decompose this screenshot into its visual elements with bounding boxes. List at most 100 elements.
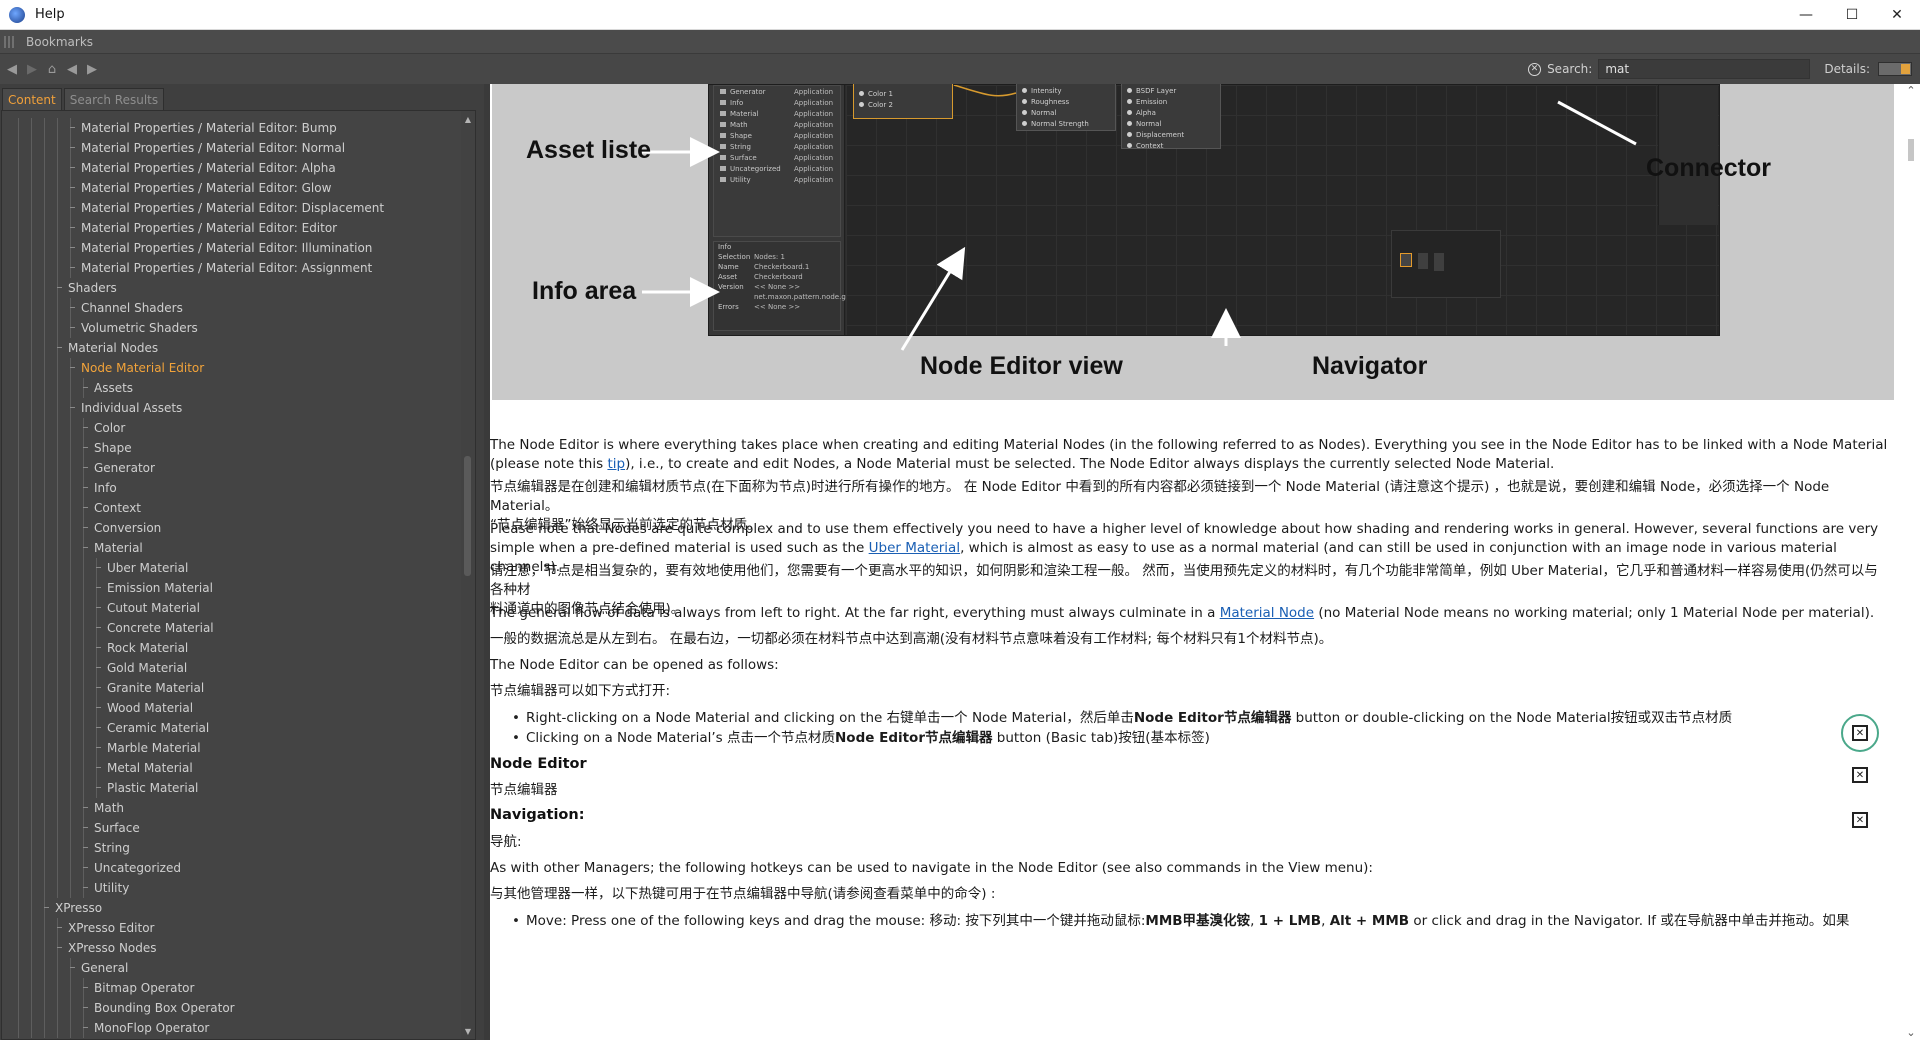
tree-guide-line bbox=[31, 898, 32, 918]
back-arrow-icon[interactable]: ◀ bbox=[2, 59, 22, 79]
tree-item[interactable]: Shaders bbox=[2, 278, 460, 298]
bookmarks-label[interactable]: Bookmarks bbox=[26, 35, 93, 49]
tree-guide-line bbox=[44, 378, 45, 398]
tree-item[interactable]: Volumetric Shaders bbox=[2, 318, 460, 338]
tree-connector bbox=[70, 187, 75, 188]
tree-item[interactable]: Info bbox=[2, 478, 460, 498]
minimize-button[interactable]: — bbox=[1784, 0, 1828, 30]
tree-item[interactable]: Channel Shaders bbox=[2, 298, 460, 318]
tree-item-label: Material Properties / Material Editor: D… bbox=[81, 201, 385, 215]
tree-item[interactable]: Concrete Material bbox=[2, 618, 460, 638]
tree-item[interactable]: Bitmap Operator bbox=[2, 978, 460, 998]
tree-scroll-thumb[interactable] bbox=[464, 456, 471, 576]
details-slider-knob[interactable] bbox=[1901, 64, 1910, 74]
previous-page-icon[interactable]: ◀ bbox=[62, 59, 82, 79]
tree-item[interactable]: XPresso Editor bbox=[2, 918, 460, 938]
tree-item[interactable]: Context bbox=[2, 498, 460, 518]
tree-item[interactable]: Material Properties / Material Editor: A… bbox=[2, 258, 460, 278]
tree-item[interactable]: Plastic Material bbox=[2, 778, 460, 798]
tree-item[interactable]: Material Properties / Material Editor: N… bbox=[2, 138, 460, 158]
tree-item[interactable]: Individual Assets bbox=[2, 398, 460, 418]
text-line: button (Basic tab)按钮(基本标签) bbox=[992, 730, 1210, 746]
maximize-button[interactable]: ☐ bbox=[1830, 0, 1874, 30]
content-scroll-thumb[interactable] bbox=[1908, 139, 1914, 161]
scroll-down-icon[interactable]: ▼ bbox=[461, 1024, 475, 1038]
tree-item[interactable]: Math bbox=[2, 798, 460, 818]
tree-item-label: Conversion bbox=[94, 521, 162, 535]
tree-guide-line bbox=[44, 778, 45, 798]
tree-item[interactable]: Ceramic Material bbox=[2, 718, 460, 738]
tree-item[interactable]: Emission Material bbox=[2, 578, 460, 598]
tree-item[interactable]: Surface bbox=[2, 818, 460, 838]
details-slider[interactable] bbox=[1878, 62, 1912, 76]
clear-search-icon[interactable]: ✕ bbox=[1528, 62, 1542, 76]
translate-icon[interactable]: ✕ bbox=[1852, 725, 1868, 741]
tree-item[interactable]: Metal Material bbox=[2, 758, 460, 778]
tree-item[interactable]: Rock Material bbox=[2, 638, 460, 658]
tree-item[interactable]: Wood Material bbox=[2, 698, 460, 718]
tree-item-label: MonoFlop Operator bbox=[94, 1021, 210, 1035]
tree-item[interactable]: Color bbox=[2, 418, 460, 438]
tree-item[interactable]: Material bbox=[2, 538, 460, 558]
tree-item[interactable]: Material Nodes bbox=[2, 338, 460, 358]
tree-item[interactable]: Conversion bbox=[2, 518, 460, 538]
tree-guide-line bbox=[18, 878, 19, 898]
scroll-up-icon[interactable]: ▲ bbox=[461, 112, 475, 126]
content-scrollbar[interactable]: ⌃ ⌄ bbox=[1902, 84, 1920, 1040]
tree-item[interactable]: Marble Material bbox=[2, 738, 460, 758]
tree-item[interactable]: Utility bbox=[2, 878, 460, 898]
next-page-icon[interactable]: ▶ bbox=[82, 59, 102, 79]
forward-arrow-icon[interactable]: ▶ bbox=[22, 59, 42, 79]
tree-item[interactable]: Material Properties / Material Editor: I… bbox=[2, 238, 460, 258]
tree-item[interactable]: Assets bbox=[2, 378, 460, 398]
tree-guide-line bbox=[70, 298, 71, 318]
scroll-down-icon[interactable]: ⌄ bbox=[1905, 1026, 1917, 1039]
grip-icon[interactable] bbox=[4, 35, 14, 48]
tree-guide-line bbox=[83, 978, 84, 998]
tab-search-results[interactable]: Search Results bbox=[63, 88, 165, 110]
tree-guide-line bbox=[18, 798, 19, 818]
tree-guide-line bbox=[70, 858, 71, 878]
translate-toggle-ring[interactable]: ✕ bbox=[1841, 714, 1879, 752]
tree-guide-line bbox=[44, 278, 45, 298]
tree-item[interactable]: Material Properties / Material Editor: B… bbox=[2, 118, 460, 138]
tree-item[interactable]: Gold Material bbox=[2, 658, 460, 678]
translate-icon[interactable]: ✕ bbox=[1852, 812, 1868, 828]
tree-guide-line bbox=[83, 418, 84, 438]
scroll-up-icon[interactable]: ⌃ bbox=[1905, 84, 1917, 97]
tree-item[interactable]: Material Properties / Material Editor: E… bbox=[2, 218, 460, 238]
tree-item[interactable]: Material Properties / Material Editor: A… bbox=[2, 158, 460, 178]
tree-item[interactable]: Uncategorized bbox=[2, 858, 460, 878]
home-icon[interactable]: ⌂ bbox=[42, 59, 62, 79]
tree-guide-line bbox=[18, 658, 19, 678]
tree-item[interactable]: Material Properties / Material Editor: D… bbox=[2, 198, 460, 218]
tip-link[interactable]: tip bbox=[607, 456, 625, 472]
translate-icon[interactable]: ✕ bbox=[1852, 767, 1868, 783]
uber-material-link[interactable]: Uber Material bbox=[869, 540, 960, 556]
material-node-link[interactable]: Material Node bbox=[1220, 605, 1314, 621]
annotation-arrows bbox=[642, 100, 1637, 351]
tree-guide-line bbox=[70, 778, 71, 798]
tree-scrollbar[interactable]: ▲ ▼ bbox=[461, 111, 475, 1039]
search-input[interactable] bbox=[1598, 59, 1811, 79]
tree-item[interactable]: Uber Material bbox=[2, 558, 460, 578]
tree-guide-line bbox=[96, 718, 97, 738]
tree-item[interactable]: Bounding Box Operator bbox=[2, 998, 460, 1018]
tree-guide-line bbox=[70, 738, 71, 758]
tree-item[interactable]: XPresso bbox=[2, 898, 460, 918]
tree-item[interactable]: XPresso Nodes bbox=[2, 938, 460, 958]
tree-item[interactable]: Material Properties / Material Editor: G… bbox=[2, 178, 460, 198]
tree-guide-line bbox=[18, 978, 19, 998]
tab-content[interactable]: Content bbox=[2, 88, 62, 110]
tree-guide-line bbox=[57, 758, 58, 778]
tree-item[interactable]: Cutout Material bbox=[2, 598, 460, 618]
tree-item[interactable]: General bbox=[2, 958, 460, 978]
tree-item[interactable]: String bbox=[2, 838, 460, 858]
tree-item[interactable]: Shape bbox=[2, 438, 460, 458]
tree-item[interactable]: Granite Material bbox=[2, 678, 460, 698]
tree-item[interactable]: Generator bbox=[2, 458, 460, 478]
tree-item[interactable]: MonoFlop Operator bbox=[2, 1018, 460, 1038]
tree-guide-line bbox=[18, 758, 19, 778]
tree-item[interactable]: Node Material Editor bbox=[2, 358, 460, 378]
close-button[interactable]: ✕ bbox=[1875, 0, 1919, 30]
